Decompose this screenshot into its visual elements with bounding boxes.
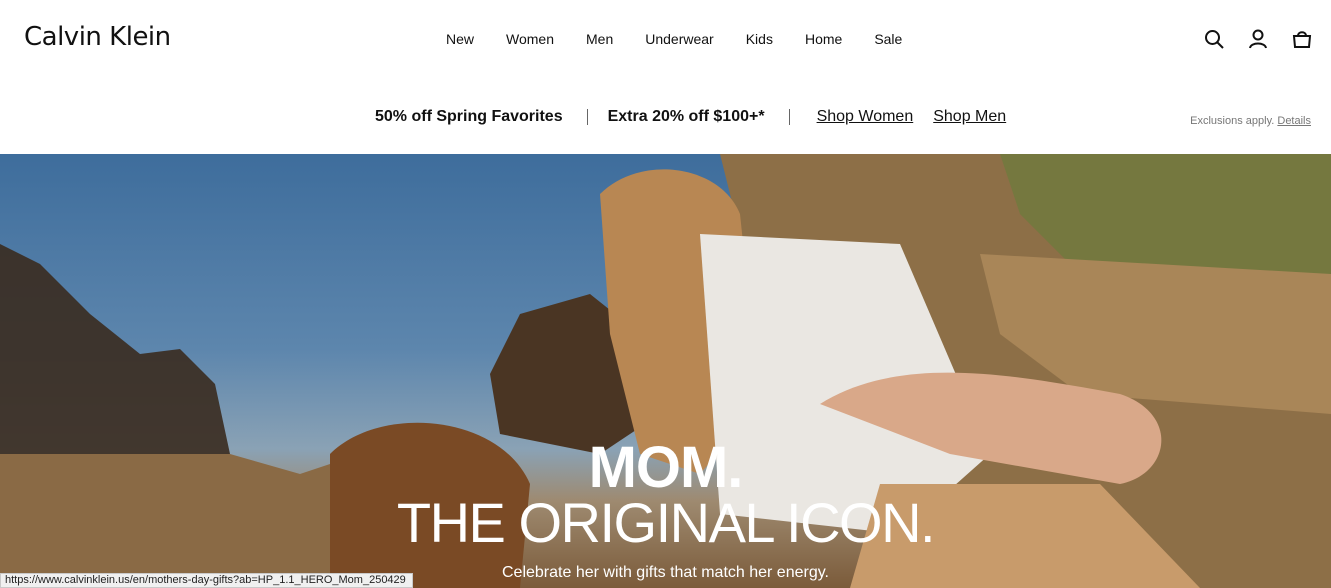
nav-item-sale[interactable]: Sale	[874, 31, 902, 47]
exclusions-text: Exclusions apply.	[1190, 115, 1275, 127]
nav-item-underwear[interactable]: Underwear	[645, 31, 713, 47]
shop-women-link[interactable]: Shop Women	[817, 108, 914, 126]
shop-men-link[interactable]: Shop Men	[933, 108, 1006, 126]
promo-offer-2: Extra 20% off $100+*	[607, 108, 765, 125]
account-icon[interactable]	[1247, 28, 1269, 50]
nav-item-women[interactable]: Women	[506, 31, 554, 47]
nav-item-kids[interactable]: Kids	[746, 31, 773, 47]
status-bar-url: https://www.calvinklein.us/en/mothers-da…	[0, 573, 413, 588]
exclusions-note: Exclusions apply. Details	[1190, 115, 1311, 127]
promo-content: 50% off Spring Favorites Extra 20% off $…	[375, 108, 1026, 126]
nav-item-new[interactable]: New	[446, 31, 474, 47]
promo-offer-1: 50% off Spring Favorites	[375, 108, 563, 125]
header-icons	[1203, 28, 1313, 50]
site-header: Calvin Klein New Women Men Underwear Kid…	[0, 0, 1331, 78]
hero-headline: THE ORIGINAL ICON.	[396, 491, 936, 554]
shopping-bag-icon[interactable]	[1291, 28, 1313, 50]
details-link[interactable]: Details	[1277, 115, 1311, 127]
promo-divider	[788, 109, 790, 125]
main-nav: New Women Men Underwear Kids Home Sale	[446, 31, 934, 47]
nav-item-home[interactable]: Home	[805, 31, 842, 47]
nav-item-men[interactable]: Men	[586, 31, 613, 47]
brand-logo[interactable]: Calvin Klein	[24, 22, 171, 52]
promo-divider	[586, 109, 588, 125]
search-icon[interactable]	[1203, 28, 1225, 50]
hero-banner[interactable]: MOM. THE ORIGINAL ICON. Celebrate her wi…	[0, 154, 1331, 588]
promo-banner: 50% off Spring Favorites Extra 20% off $…	[0, 78, 1331, 154]
